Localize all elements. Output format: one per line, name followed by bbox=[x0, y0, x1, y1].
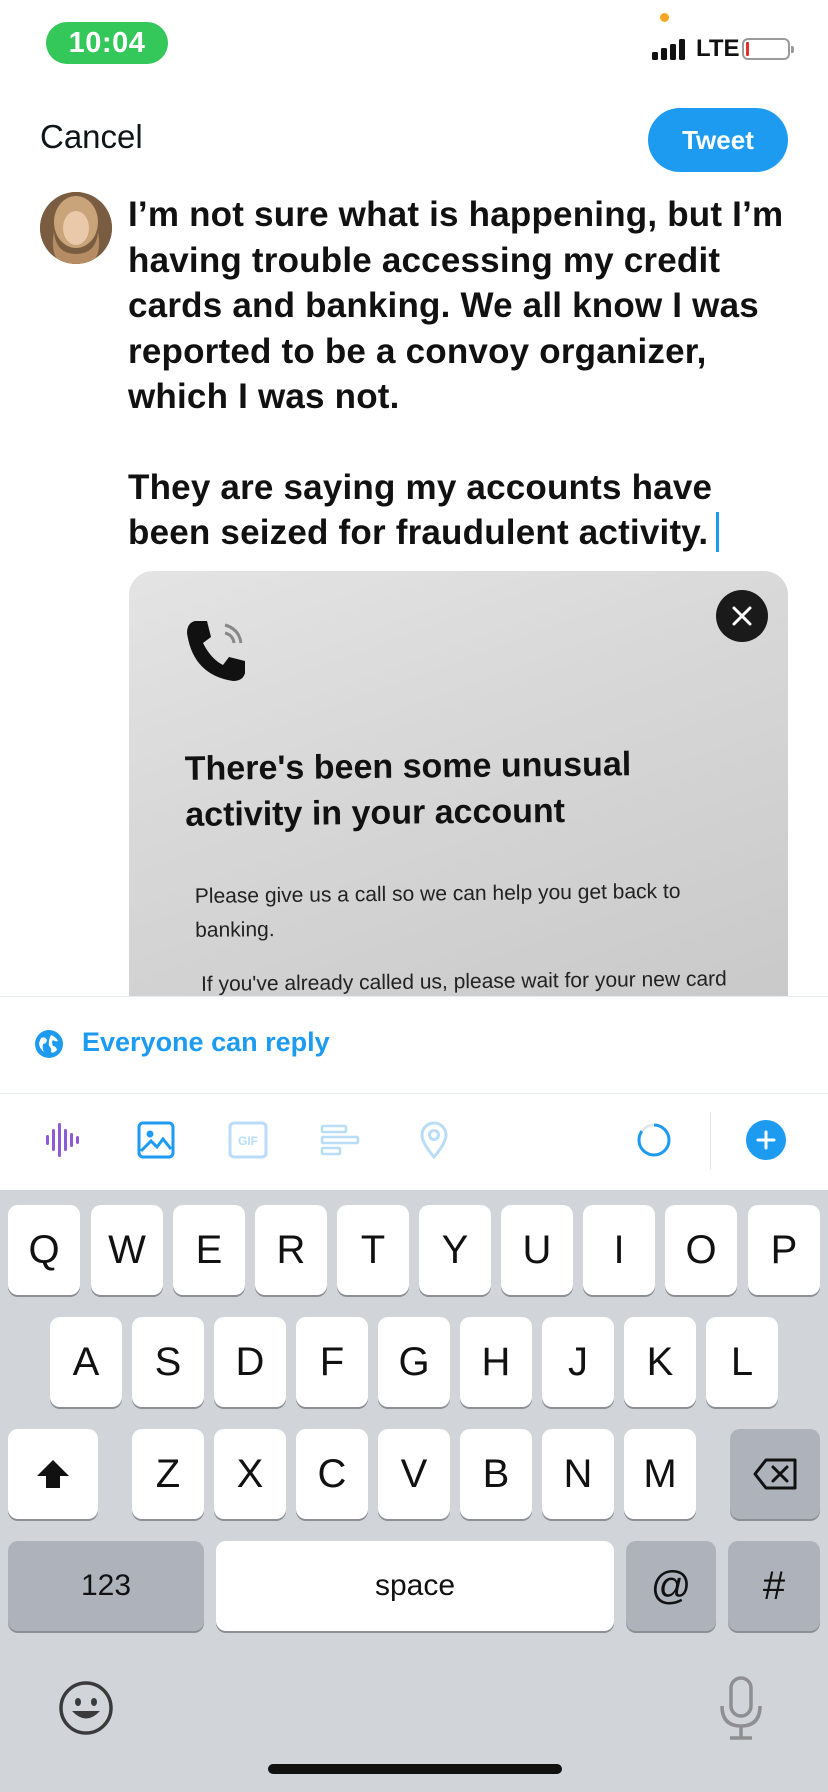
tweet-paragraph-2: They are saying my accounts have been se… bbox=[128, 465, 788, 556]
globe-icon bbox=[35, 1030, 63, 1058]
key-q[interactable]: Q bbox=[8, 1205, 80, 1295]
numbers-key[interactable]: 123 bbox=[8, 1541, 204, 1631]
at-key[interactable]: @ bbox=[626, 1541, 716, 1631]
phone-icon bbox=[187, 621, 245, 681]
key-z[interactable]: Z bbox=[132, 1429, 204, 1519]
add-thread-icon bbox=[756, 1130, 776, 1150]
key-e[interactable]: E bbox=[173, 1205, 245, 1295]
tweet-paragraph-1: I’m not sure what is happening, but I’m … bbox=[128, 195, 784, 416]
remove-image-button[interactable] bbox=[716, 590, 768, 642]
microphone-icon[interactable] bbox=[716, 1676, 766, 1740]
character-count-ring-icon bbox=[632, 1118, 676, 1162]
battery-icon bbox=[742, 38, 794, 60]
voice-waveform-icon[interactable] bbox=[40, 1118, 84, 1162]
tweet-paragraph-2-text: They are saying my accounts have been se… bbox=[128, 467, 713, 553]
key-h[interactable]: H bbox=[460, 1317, 532, 1407]
key-s[interactable]: S bbox=[132, 1317, 204, 1407]
status-bar: 10:04 LTE bbox=[0, 0, 828, 90]
status-time[interactable]: 10:04 bbox=[46, 22, 168, 64]
key-v[interactable]: V bbox=[378, 1429, 450, 1519]
image-body-text: Please give us a call so we can help you… bbox=[194, 879, 681, 942]
key-j[interactable]: J bbox=[542, 1317, 614, 1407]
gif-icon[interactable]: GIF bbox=[226, 1118, 270, 1162]
key-b[interactable]: B bbox=[460, 1429, 532, 1519]
key-i[interactable]: I bbox=[583, 1205, 655, 1295]
key-f[interactable]: F bbox=[296, 1317, 368, 1407]
key-w[interactable]: W bbox=[91, 1205, 163, 1295]
poll-icon[interactable] bbox=[318, 1118, 362, 1162]
key-n[interactable]: N bbox=[542, 1429, 614, 1519]
key-r[interactable]: R bbox=[255, 1205, 327, 1295]
key-u[interactable]: U bbox=[501, 1205, 573, 1295]
attached-image[interactable]: There's been some unusual activity in yo… bbox=[129, 571, 788, 1001]
key-g[interactable]: G bbox=[378, 1317, 450, 1407]
image-icon[interactable] bbox=[134, 1118, 178, 1162]
key-y[interactable]: Y bbox=[419, 1205, 491, 1295]
key-a[interactable]: A bbox=[50, 1317, 122, 1407]
backspace-key[interactable] bbox=[730, 1429, 820, 1519]
toolbar-divider bbox=[710, 1112, 711, 1170]
key-l[interactable]: L bbox=[706, 1317, 778, 1407]
signal-strength-icon bbox=[652, 38, 688, 60]
battery-level bbox=[746, 42, 749, 56]
key-p[interactable]: P bbox=[748, 1205, 820, 1295]
key-o[interactable]: O bbox=[665, 1205, 737, 1295]
text-cursor bbox=[716, 512, 720, 552]
hash-key[interactable]: # bbox=[728, 1541, 820, 1631]
key-d[interactable]: D bbox=[214, 1317, 286, 1407]
tweet-button[interactable]: Tweet bbox=[648, 108, 788, 172]
image-headline: There's been some unusual activity in yo… bbox=[184, 745, 632, 834]
svg-text:GIF: GIF bbox=[238, 1134, 258, 1148]
keyboard: Q W E R T Y U I O P A S D F G H J K L Z … bbox=[0, 1190, 828, 1792]
tweet-text-editor[interactable]: I’m not sure what is happening, but I’m … bbox=[128, 192, 788, 556]
key-k[interactable]: K bbox=[624, 1317, 696, 1407]
key-x[interactable]: X bbox=[214, 1429, 286, 1519]
close-icon bbox=[732, 606, 752, 626]
add-thread-button[interactable] bbox=[746, 1120, 786, 1160]
compose-toolbar: GIF bbox=[0, 1094, 828, 1190]
home-indicator bbox=[268, 1764, 562, 1774]
shift-icon bbox=[37, 1460, 69, 1488]
key-m[interactable]: M bbox=[624, 1429, 696, 1519]
shift-key[interactable] bbox=[8, 1429, 98, 1519]
key-t[interactable]: T bbox=[337, 1205, 409, 1295]
reply-setting-bar[interactable]: Everyone can reply bbox=[0, 996, 828, 1094]
key-c[interactable]: C bbox=[296, 1429, 368, 1519]
network-type: LTE bbox=[696, 35, 740, 62]
cancel-button[interactable]: Cancel bbox=[40, 118, 143, 156]
privacy-indicator-dot bbox=[660, 13, 669, 22]
space-key[interactable]: space bbox=[216, 1541, 614, 1631]
emoji-icon[interactable] bbox=[58, 1680, 114, 1736]
backspace-icon bbox=[753, 1458, 797, 1490]
avatar bbox=[40, 192, 112, 264]
location-icon[interactable] bbox=[412, 1118, 456, 1162]
reply-setting-label: Everyone can reply bbox=[82, 1027, 330, 1057]
